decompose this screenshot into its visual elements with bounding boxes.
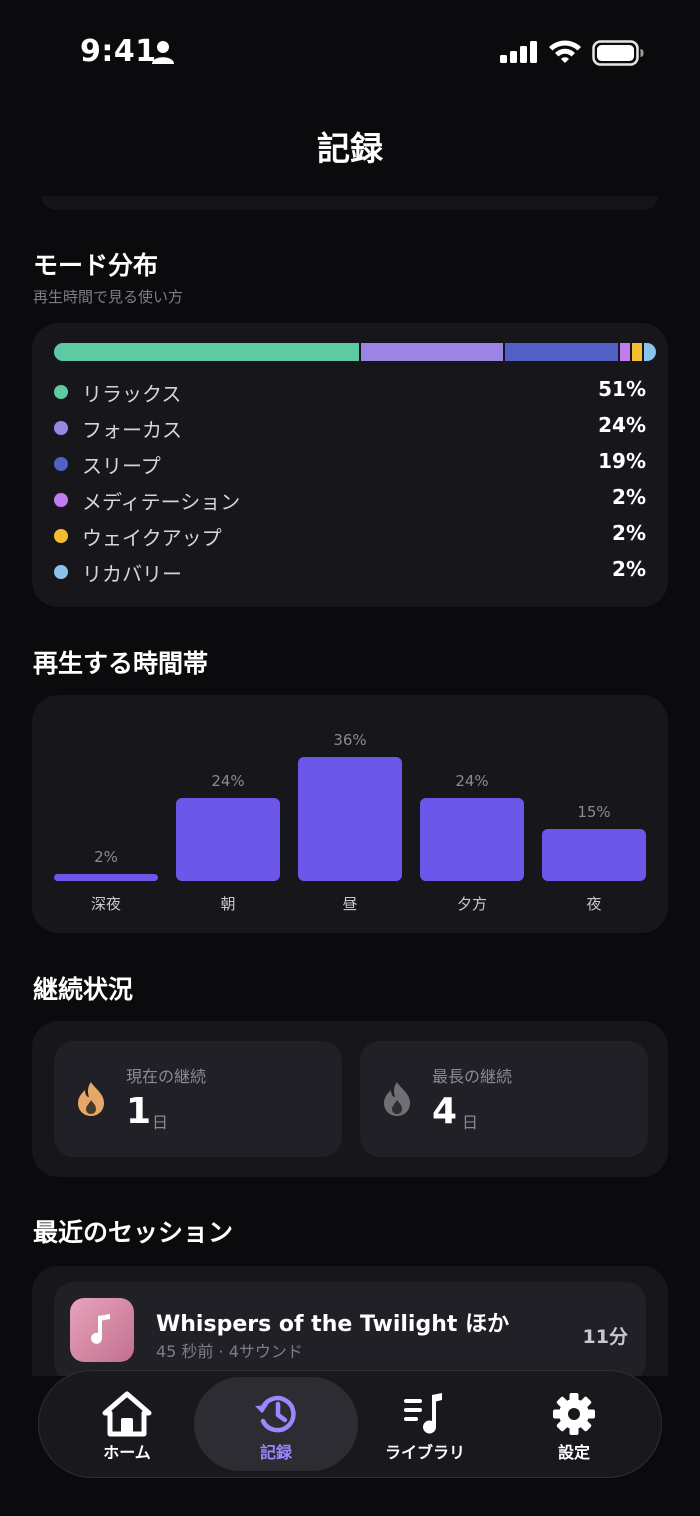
mode-segment [631,343,644,361]
mode-segment [643,343,656,361]
legend-percent: 2% [612,485,646,509]
legend-name: スリープ [82,454,161,478]
time-slot-label: 朝 [220,895,236,913]
tab-settings-label: 設定 [557,1443,590,1462]
time-slot-label: 夜 [586,895,602,913]
tab-home[interactable]: ホーム [45,1377,209,1471]
history-icon [255,1395,296,1433]
session-meta: 45 秒前 · 4サウンド [156,1342,303,1361]
legend-item: フォーカス 24% [54,413,646,443]
library-icon [404,1393,442,1434]
mode-segment [54,343,362,361]
recent-sessions-title: 最近のセッション [33,1218,234,1247]
time-slot-label: 深夜 [90,895,121,913]
tab-settings[interactable]: 設定 [492,1377,656,1471]
legend-percent: 2% [612,557,646,581]
mode-distribution-card: リラックス 51% フォーカス 24% スリープ 19% メディテーション 2% ウェイクアップ… [32,323,668,607]
flame-icon [384,1082,410,1116]
home-icon [102,1391,152,1437]
mode-segment [619,343,632,361]
session-title: Whispers of the Twilight ほか [156,1312,510,1337]
legend-percent: 24% [598,413,646,437]
time-slot-value: 2% [94,848,118,867]
tab-library[interactable]: ライブラリ [343,1377,507,1471]
time-slot-value: 15% [577,803,611,822]
legend-dot [54,457,68,471]
signal-icon [500,41,537,63]
legend-percent: 51% [598,377,646,401]
scrolled-card-edge [42,196,658,210]
time-of-day-title: 再生する時間帯 [33,649,209,678]
time-slot-label: 昼 [342,895,358,913]
time-slot-bar [542,829,646,881]
flame-icon [78,1082,104,1116]
mode-distribution-title: モード分布 [33,251,159,280]
time-slot-bar [298,757,402,881]
music-note-icon [91,1314,110,1344]
legend-dot [54,385,68,399]
current-streak-label: 現在の継続 [126,1067,207,1086]
gear-icon [553,1393,595,1435]
time-of-day-card: 2% 深夜 24% 朝 36% 昼 24% 夕方 15% 夜 [32,695,668,933]
legend-percent: 2% [612,521,646,545]
legend-dot [54,421,68,435]
time-slot-value: 36% [333,731,367,749]
tab-library-label: ライブラリ [384,1443,465,1462]
wifi-icon [549,40,581,63]
legend-name: メディテーション [82,490,241,514]
current-streak-value: 1 [126,1091,152,1132]
longest-streak-value: 4 [432,1091,458,1132]
mode-distribution-subtitle: 再生時間で見る使い方 [33,288,184,306]
legend-item: リラックス 51% [54,377,646,407]
mode-segment [505,343,620,361]
legend-dot [54,565,68,579]
session-item[interactable]: Whispers of the Twilight ほか 45 秒前 · 4サウン… [54,1282,646,1376]
time-slot-value: 24% [211,772,245,791]
tab-home-label: ホーム [103,1443,151,1462]
legend-name: リラックス [82,382,182,406]
battery-icon [592,40,644,66]
tab-history-label: 記録 [259,1443,292,1462]
time-slot-bar [176,798,280,881]
mode-segment [361,343,506,361]
legend-dot [54,529,68,543]
current-streak: 現在の継続 1 日 [54,1041,342,1157]
legend-item: ウェイクアップ 2% [54,521,646,551]
legend-item: スリープ 19% [54,449,646,479]
tab-bar: ホーム 記録 ライブラリ 設定 [38,1370,662,1478]
legend-item: メディテーション 2% [54,485,646,515]
legend-dot [54,493,68,507]
legend-name: ウェイクアップ [82,526,222,550]
recent-sessions-card: Whispers of the Twilight ほか 45 秒前 · 4サウン… [32,1266,668,1376]
person-icon [152,41,174,64]
mode-distribution-bar [54,343,656,361]
time-slot-value: 24% [455,772,489,791]
page-title: 記録 [317,129,383,168]
tab-history[interactable]: 記録 [194,1377,358,1471]
legend-name: フォーカス [82,418,182,442]
time-slot-label: 夕方 [456,895,487,913]
legend-item: リカバリー 2% [54,557,646,587]
session-thumbnail [70,1298,134,1362]
longest-streak-unit: 日 [462,1113,479,1132]
time-slot-bar [54,874,158,881]
longest-streak-label: 最長の継続 [432,1067,513,1086]
streak-card: 現在の継続 1 日 最長の継続 4 日 [32,1021,668,1177]
current-streak-unit: 日 [152,1113,169,1132]
status-time: 9:41 [80,34,157,69]
longest-streak: 最長の継続 4 日 [360,1041,648,1157]
time-slot-bar [420,798,524,881]
legend-percent: 19% [598,449,646,473]
streak-title: 継続状況 [33,975,134,1004]
session-duration: 11分 [582,1326,628,1348]
status-bar: 9:41 [0,0,700,100]
legend-name: リカバリー [82,562,182,586]
